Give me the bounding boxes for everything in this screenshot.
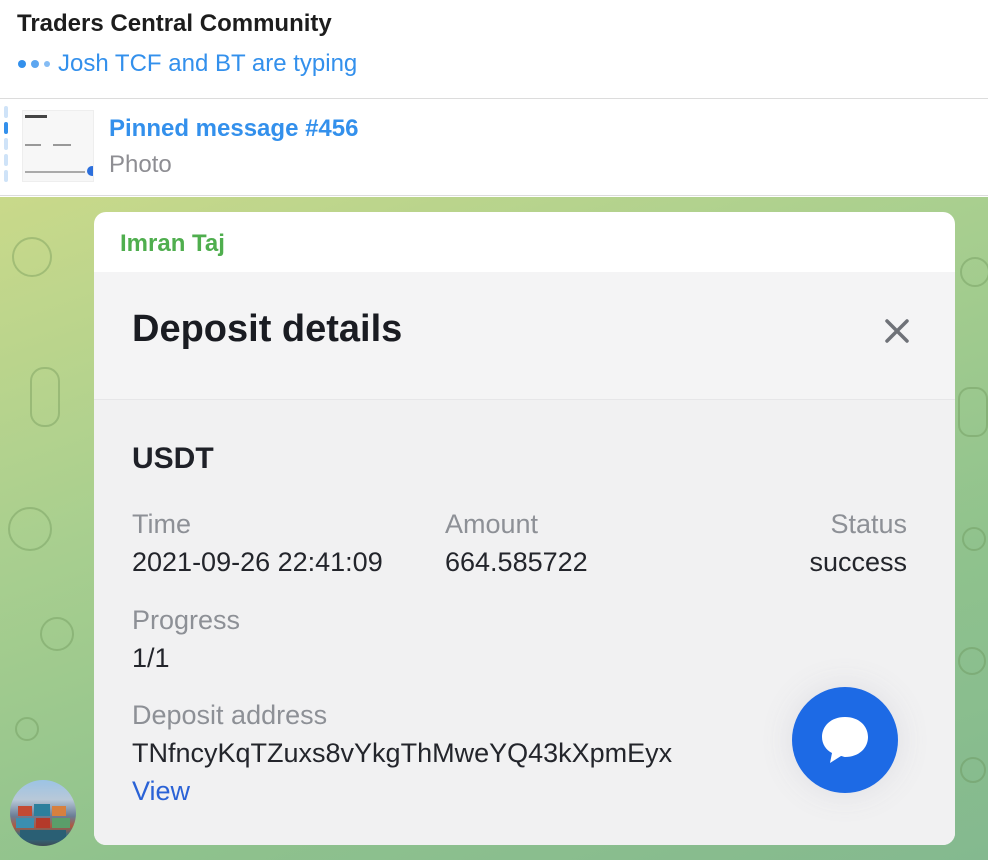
chat-title[interactable]: Traders Central Community [17, 10, 332, 38]
pinned-message-bar[interactable]: Pinned message #456 Photo [0, 100, 988, 196]
deposit-details-title: Deposit details [132, 308, 403, 350]
message-bubble[interactable]: Imran Taj Deposit details USDT Time 2021… [94, 212, 955, 845]
status-value: success [809, 547, 907, 577]
amount-label: Amount [445, 509, 539, 539]
typing-indicator: Josh TCF and BT are typing [18, 50, 357, 78]
progress-label: Progress [132, 605, 241, 635]
pinned-position-indicator [4, 106, 8, 188]
chat-support-button [792, 687, 898, 793]
message-photo[interactable]: Deposit details USDT Time 2021-09-26 22:… [94, 272, 955, 845]
pinned-subtitle: Photo [109, 151, 172, 178]
typing-status-text: Josh TCF and BT are typing [58, 50, 358, 77]
chat-header[interactable]: Traders Central Community Josh TCF and B… [0, 0, 988, 99]
status-label: Status [830, 509, 907, 539]
deposit-address-label: Deposit address [132, 700, 328, 730]
deposit-address-value: TNfncyKqTZuxs8vYkgThMweYQ43kXpmEyx [132, 738, 673, 768]
pinned-thumbnail[interactable] [22, 110, 94, 182]
amount-value: 664.585722 [445, 547, 588, 577]
time-value: 2021-09-26 22:41:09 [132, 547, 383, 577]
view-link: View [132, 776, 191, 806]
typing-dots-icon [18, 60, 50, 68]
photo-header: Deposit details [94, 272, 955, 400]
pinned-title[interactable]: Pinned message #456 [109, 115, 358, 143]
sender-avatar[interactable] [10, 780, 76, 846]
time-label: Time [132, 509, 191, 539]
chat-bubble-icon [822, 717, 868, 763]
close-icon [885, 319, 909, 343]
asset-name: USDT [132, 442, 214, 475]
sender-name[interactable]: Imran Taj [120, 230, 225, 258]
progress-value: 1/1 [132, 643, 170, 673]
